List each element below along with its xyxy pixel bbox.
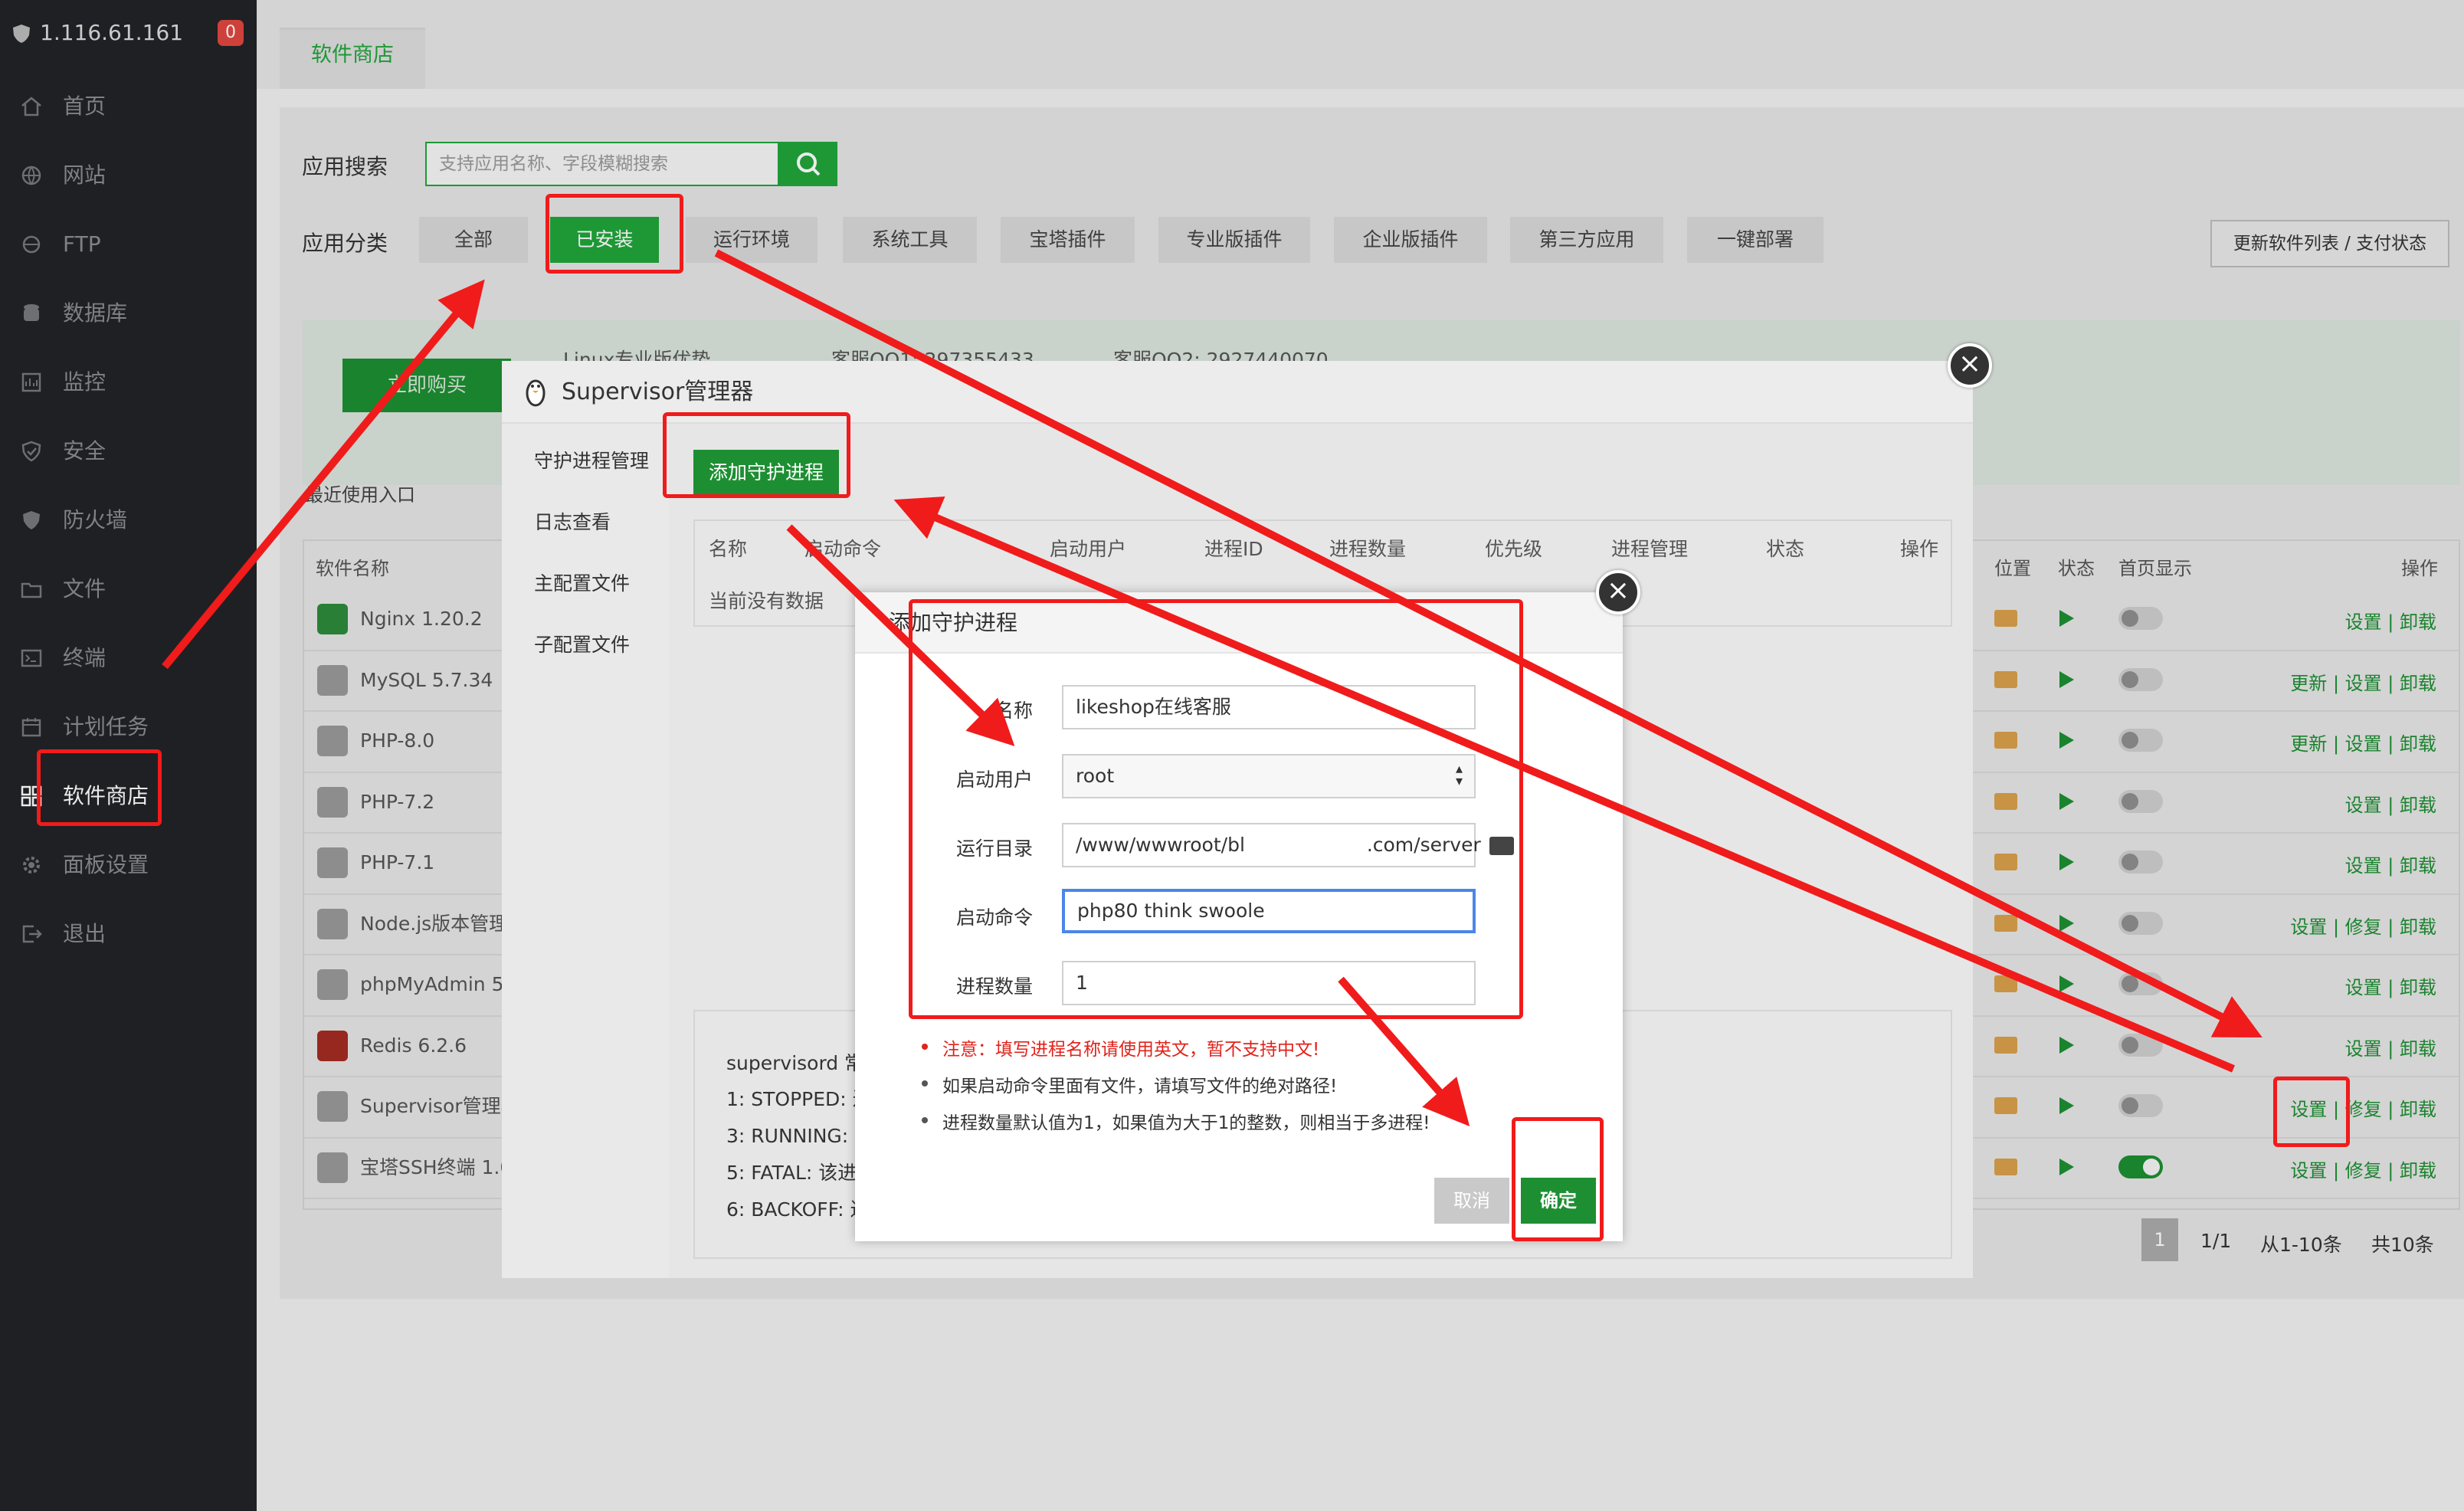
daemon-col-user: 启动用户 bbox=[1050, 538, 1127, 560]
highlight-settings bbox=[2273, 1077, 2350, 1147]
tip-bullet-icon bbox=[922, 1080, 928, 1087]
daemon-col-process-mgmt: 进程管理 bbox=[1611, 538, 1689, 560]
daemon-col-pid: 进程ID bbox=[1204, 538, 1263, 560]
tip-warning: 注意：填写进程名称请使用英文，暂不支持中文! bbox=[942, 1040, 1320, 1060]
menu-main-config[interactable]: 主配置文件 bbox=[534, 569, 630, 596]
daemon-col-command: 启动命令 bbox=[804, 538, 882, 560]
supervisor-title-text: Supervisor管理器 bbox=[562, 379, 754, 405]
highlight-installed bbox=[546, 194, 683, 274]
tux-icon bbox=[526, 379, 546, 407]
daemon-col-count: 进程数量 bbox=[1329, 538, 1407, 560]
daemon-col-name: 名称 bbox=[709, 538, 748, 560]
daemon-col-priority: 优先级 bbox=[1485, 538, 1543, 560]
highlight-form-fields bbox=[909, 599, 1523, 1019]
tip-line: 进程数量默认值为1，如果值为大于1的整数，则相当于多进程! bbox=[942, 1113, 1430, 1133]
tip-bullet-icon bbox=[922, 1117, 928, 1123]
highlight-software-store bbox=[37, 749, 162, 826]
supervisor-side-menu bbox=[502, 424, 669, 1278]
daemon-col-ops: 操作 bbox=[1900, 538, 1939, 560]
cancel-button[interactable]: 取消 bbox=[1434, 1178, 1509, 1224]
menu-sub-config[interactable]: 子配置文件 bbox=[534, 630, 630, 657]
tip-bullet-icon bbox=[922, 1044, 928, 1050]
daemon-col-status: 状态 bbox=[1766, 538, 1805, 560]
highlight-add-daemon bbox=[663, 412, 850, 498]
daemon-empty-text: 当前没有数据 bbox=[709, 590, 824, 612]
tip-line: 如果启动命令里面有文件，请填写文件的绝对路径! bbox=[942, 1077, 1338, 1096]
highlight-confirm bbox=[1512, 1117, 1604, 1241]
menu-log-view[interactable]: 日志查看 bbox=[534, 507, 611, 535]
add-dialog-close-button[interactable]: × bbox=[1596, 570, 1640, 615]
menu-daemon-management[interactable]: 守护进程管理 bbox=[534, 446, 649, 474]
supervisor-close-button[interactable]: × bbox=[1948, 343, 1992, 388]
